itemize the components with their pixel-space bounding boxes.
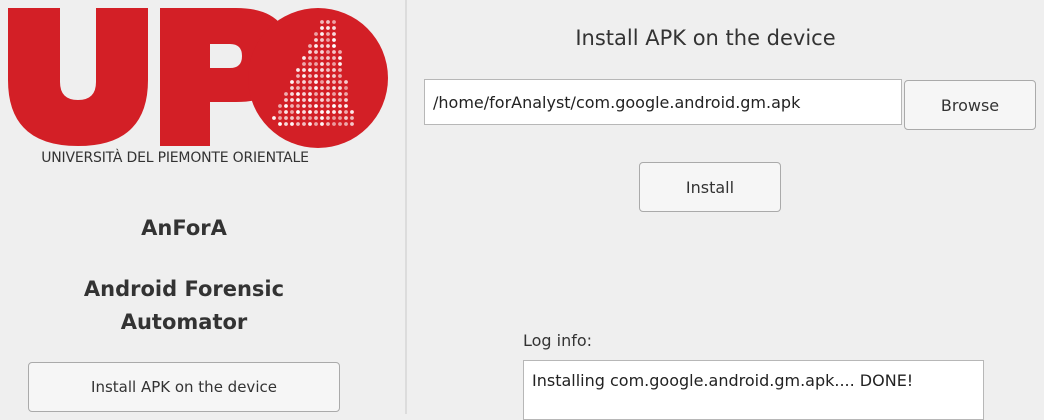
upo-logo-graphic bbox=[0, 0, 404, 150]
install-apk-nav-button[interactable]: Install APK on the device bbox=[28, 362, 340, 412]
sidebar: UNIVERSITÀ DEL PIEMONTE ORIENTALE AnForA… bbox=[0, 0, 404, 414]
apk-path-input[interactable] bbox=[424, 79, 902, 125]
log-label: Log info: bbox=[523, 331, 592, 350]
install-button[interactable]: Install bbox=[639, 162, 781, 212]
page-title: Install APK on the device bbox=[407, 26, 1004, 50]
app-full-name-line2: Automator bbox=[0, 306, 368, 339]
app-full-name: Android Forensic Automator bbox=[0, 273, 368, 339]
university-name: UNIVERSITÀ DEL PIEMONTE ORIENTALE bbox=[0, 150, 350, 166]
browse-button[interactable]: Browse bbox=[904, 80, 1036, 130]
main-panel: Install APK on the device Browse Install… bbox=[407, 0, 1044, 414]
app-full-name-line1: Android Forensic bbox=[0, 273, 368, 306]
log-output[interactable]: Installing com.google.android.gm.apk....… bbox=[523, 360, 984, 420]
upo-logo bbox=[0, 0, 404, 150]
app-name: AnForA bbox=[0, 216, 368, 240]
